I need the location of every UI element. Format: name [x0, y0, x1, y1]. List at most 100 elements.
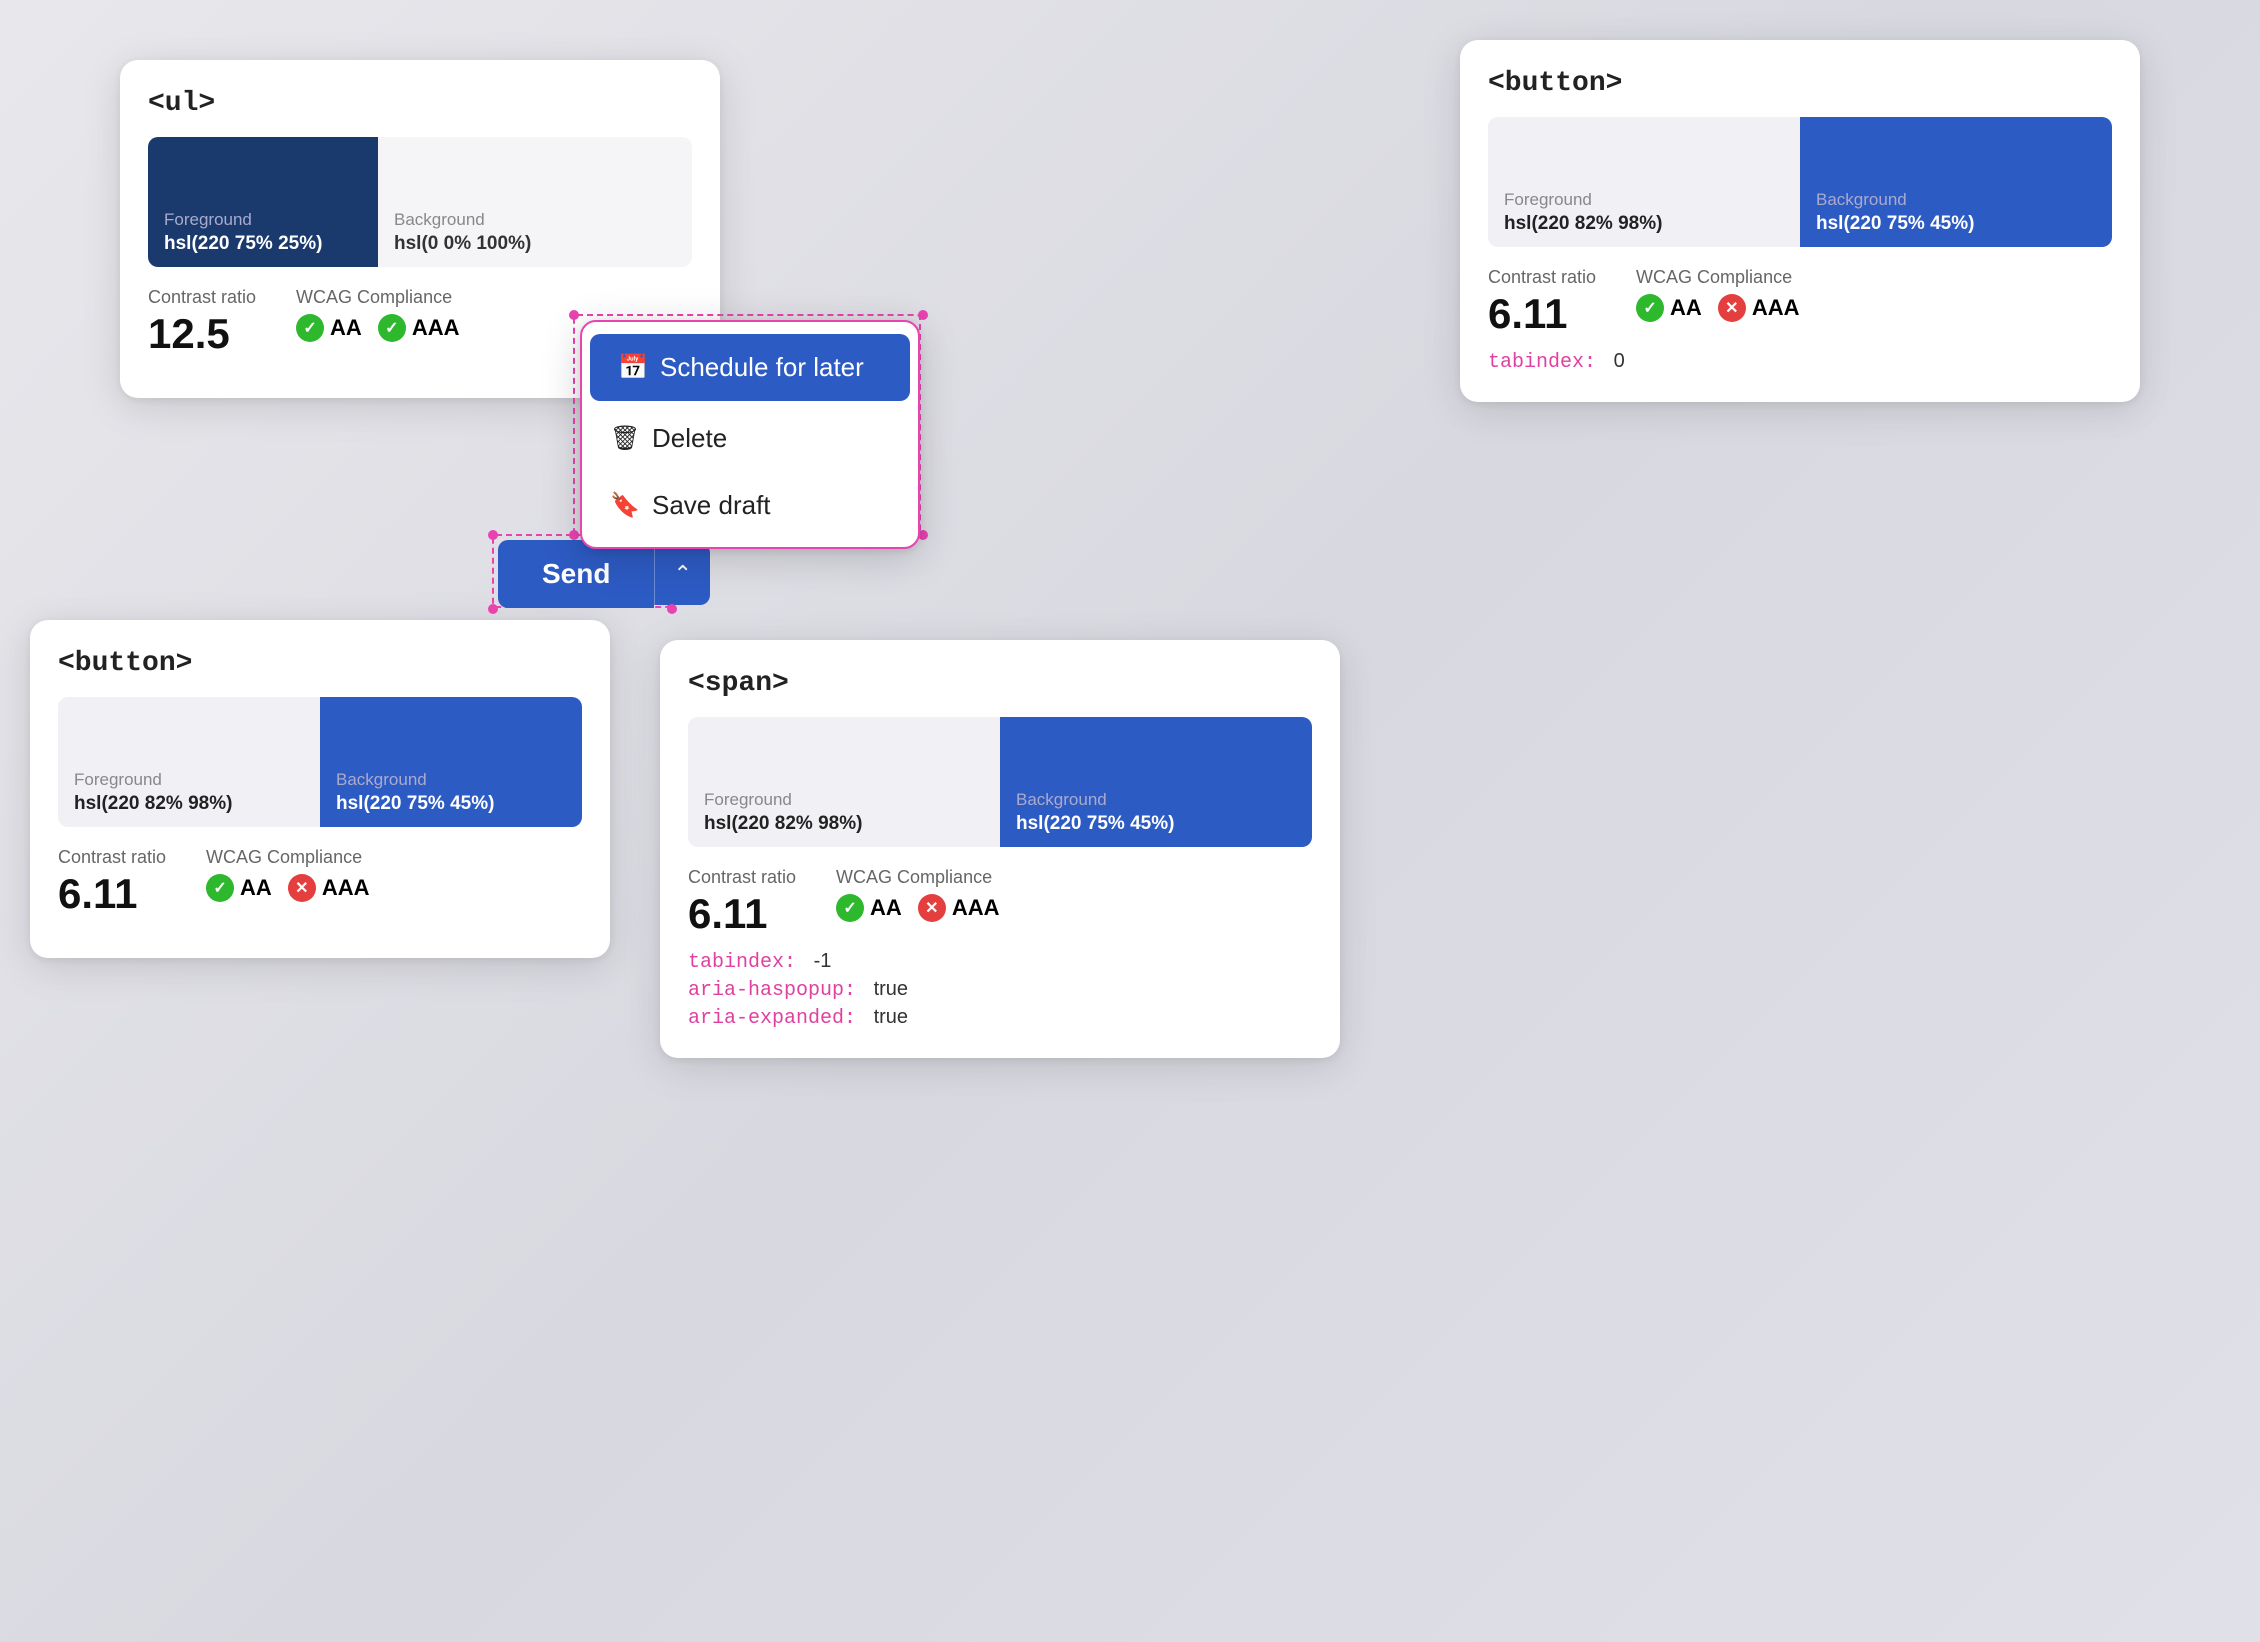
span-contrast-row: Contrast ratio 6.11 WCAG Compliance ✓ AA…: [688, 867, 1312, 938]
ul-bg-swatch-label: Background: [394, 210, 676, 230]
ul-aa-badge: ✓ AA: [296, 314, 362, 342]
button-bottom-aa-icon: ✓: [206, 874, 234, 902]
button-top-aa-icon: ✓: [1636, 294, 1664, 322]
dropdown-item-delete[interactable]: 🗑 Delete: [582, 405, 918, 472]
button-top-title: <button>: [1488, 68, 2112, 99]
ul-bg-swatch: Background hsl(0 0% 100%): [378, 137, 692, 267]
button-bottom-contrast-label: Contrast ratio: [58, 847, 166, 868]
button-top-contrast-value: 6.11: [1488, 290, 1596, 338]
ul-contrast-value: 12.5: [148, 310, 256, 358]
ul-swatches-row: Foreground hsl(220 75% 25%) Background h…: [148, 137, 692, 267]
button-top-contrast-label: Contrast ratio: [1488, 267, 1596, 288]
ul-aaa-icon: ✓: [378, 314, 406, 342]
span-haspopup-row: aria-haspopup: true: [688, 978, 1312, 1002]
span-aa-icon: ✓: [836, 894, 864, 922]
button-bottom-aa-badge: ✓ AA: [206, 874, 272, 902]
dropdown-item-schedule[interactable]: 📅 Schedule for later: [590, 334, 910, 401]
button-bottom-fg-label: Foreground: [74, 770, 304, 790]
button-top-fg-swatch: Foreground hsl(220 82% 98%): [1488, 117, 1800, 247]
button-bottom-aaa-text: AAA: [322, 875, 370, 901]
span-swatches: Foreground hsl(220 82% 98%) Background h…: [688, 717, 1312, 847]
button-top-bg-value: hsl(220 75% 45%): [1816, 213, 2096, 235]
ul-contrast-block: Contrast ratio 12.5: [148, 287, 256, 358]
ul-card-title: <ul>: [148, 88, 692, 119]
dropdown-dot-tr: [918, 310, 928, 320]
dropdown-item-save-draft[interactable]: 🔖 Save draft: [582, 472, 918, 539]
span-tabindex-row: tabindex: -1: [688, 950, 1312, 974]
button-top-card: <button> Foreground hsl(220 82% 98%) Bac…: [1460, 40, 2140, 402]
send-button[interactable]: Send: [498, 540, 654, 608]
button-bottom-wcag-badges: ✓ AA ✕ AAA: [206, 874, 369, 902]
save-draft-label: Save draft: [652, 490, 771, 521]
button-bottom-aaa-icon: ✕: [288, 874, 316, 902]
button-bottom-contrast-row: Contrast ratio 6.11 WCAG Compliance ✓ AA…: [58, 847, 582, 918]
send-chevron-button[interactable]: ⌃: [654, 543, 709, 605]
button-top-wcag-block: WCAG Compliance ✓ AA ✕ AAA: [1636, 267, 1799, 322]
ul-fg-swatch: Foreground hsl(220 75% 25%): [148, 137, 378, 267]
button-bottom-title: <button>: [58, 648, 582, 679]
ul-fg-swatch-value: hsl(220 75% 25%): [164, 233, 362, 255]
button-top-aa-badge: ✓ AA: [1636, 294, 1702, 322]
button-top-fg-label: Foreground: [1504, 190, 1784, 210]
span-aaa-text: AAA: [952, 895, 1000, 921]
button-top-fg-value: hsl(220 82% 98%): [1504, 213, 1784, 235]
schedule-label: Schedule for later: [660, 352, 864, 383]
ul-wcag-block: WCAG Compliance ✓ AA ✓ AAA: [296, 287, 459, 342]
span-bg-value: hsl(220 75% 45%): [1016, 813, 1296, 835]
span-contrast-label: Contrast ratio: [688, 867, 796, 888]
span-expanded-key: aria-expanded:: [688, 1007, 856, 1030]
button-bottom-bg-value: hsl(220 75% 45%): [336, 793, 566, 815]
span-bg-label: Background: [1016, 790, 1296, 810]
button-bottom-bg-label: Background: [336, 770, 566, 790]
button-bottom-swatches: Foreground hsl(220 82% 98%) Background h…: [58, 697, 582, 827]
ul-bg-swatch-value: hsl(0 0% 100%): [394, 233, 676, 255]
ul-aa-icon: ✓: [296, 314, 324, 342]
span-tabindex-val: -1: [814, 950, 832, 972]
span-aa-badge: ✓ AA: [836, 894, 902, 922]
span-wcag-block: WCAG Compliance ✓ AA ✕ AAA: [836, 867, 999, 922]
span-haspopup-key: aria-haspopup:: [688, 979, 856, 1002]
ul-wcag-label: WCAG Compliance: [296, 287, 459, 308]
trash-icon: 🗑: [610, 424, 638, 453]
span-card: <span> Foreground hsl(220 82% 98%) Backg…: [660, 640, 1340, 1058]
span-expanded-val: true: [874, 1006, 908, 1028]
button-top-aa-text: AA: [1670, 295, 1702, 321]
button-top-contrast-row: Contrast ratio 6.11 WCAG Compliance ✓ AA…: [1488, 267, 2112, 338]
bookmark-icon: 🔖: [610, 491, 638, 520]
button-top-aaa-text: AAA: [1752, 295, 1800, 321]
button-bottom-fg-swatch: Foreground hsl(220 82% 98%): [58, 697, 320, 827]
delete-label: Delete: [652, 423, 727, 454]
button-bottom-contrast-value: 6.11: [58, 870, 166, 918]
span-expanded-row: aria-expanded: true: [688, 1006, 1312, 1030]
ul-aaa-text: AAA: [412, 315, 460, 341]
button-top-aaa-icon: ✕: [1718, 294, 1746, 322]
dropdown-menu[interactable]: 📅 Schedule for later 🗑 Delete 🔖 Save dra…: [580, 320, 920, 549]
ul-wcag-badges: ✓ AA ✓ AAA: [296, 314, 459, 342]
button-bottom-fg-value: hsl(220 82% 98%): [74, 793, 304, 815]
span-aa-text: AA: [870, 895, 902, 921]
span-wcag-label: WCAG Compliance: [836, 867, 999, 888]
span-wcag-badges: ✓ AA ✕ AAA: [836, 894, 999, 922]
button-top-bg-swatch: Background hsl(220 75% 45%): [1800, 117, 2112, 247]
send-button-group[interactable]: Send ⌃: [498, 540, 710, 608]
button-bottom-bg-swatch: Background hsl(220 75% 45%): [320, 697, 582, 827]
ul-aa-text: AA: [330, 315, 362, 341]
button-top-tabindex-row: tabindex: 0: [1488, 350, 2112, 374]
button-top-wcag-label: WCAG Compliance: [1636, 267, 1799, 288]
button-bottom-wcag-label: WCAG Compliance: [206, 847, 369, 868]
dot-bl: [488, 604, 498, 614]
button-bottom-card: <button> Foreground hsl(220 82% 98%) Bac…: [30, 620, 610, 958]
span-contrast-value: 6.11: [688, 890, 796, 938]
button-top-tabindex-val: 0: [1614, 350, 1625, 372]
ul-contrast-label: Contrast ratio: [148, 287, 256, 308]
span-aaa-badge: ✕ AAA: [918, 894, 1000, 922]
span-contrast-block: Contrast ratio 6.11: [688, 867, 796, 938]
span-tabindex-key: tabindex:: [688, 951, 796, 974]
dropdown-dot-tl: [569, 310, 579, 320]
button-bottom-wcag-block: WCAG Compliance ✓ AA ✕ AAA: [206, 847, 369, 902]
button-bottom-contrast-block: Contrast ratio 6.11: [58, 847, 166, 918]
span-aria-block: tabindex: -1 aria-haspopup: true aria-ex…: [688, 950, 1312, 1030]
button-top-contrast-block: Contrast ratio 6.11: [1488, 267, 1596, 338]
button-bottom-aaa-badge: ✕ AAA: [288, 874, 370, 902]
button-top-bg-label: Background: [1816, 190, 2096, 210]
